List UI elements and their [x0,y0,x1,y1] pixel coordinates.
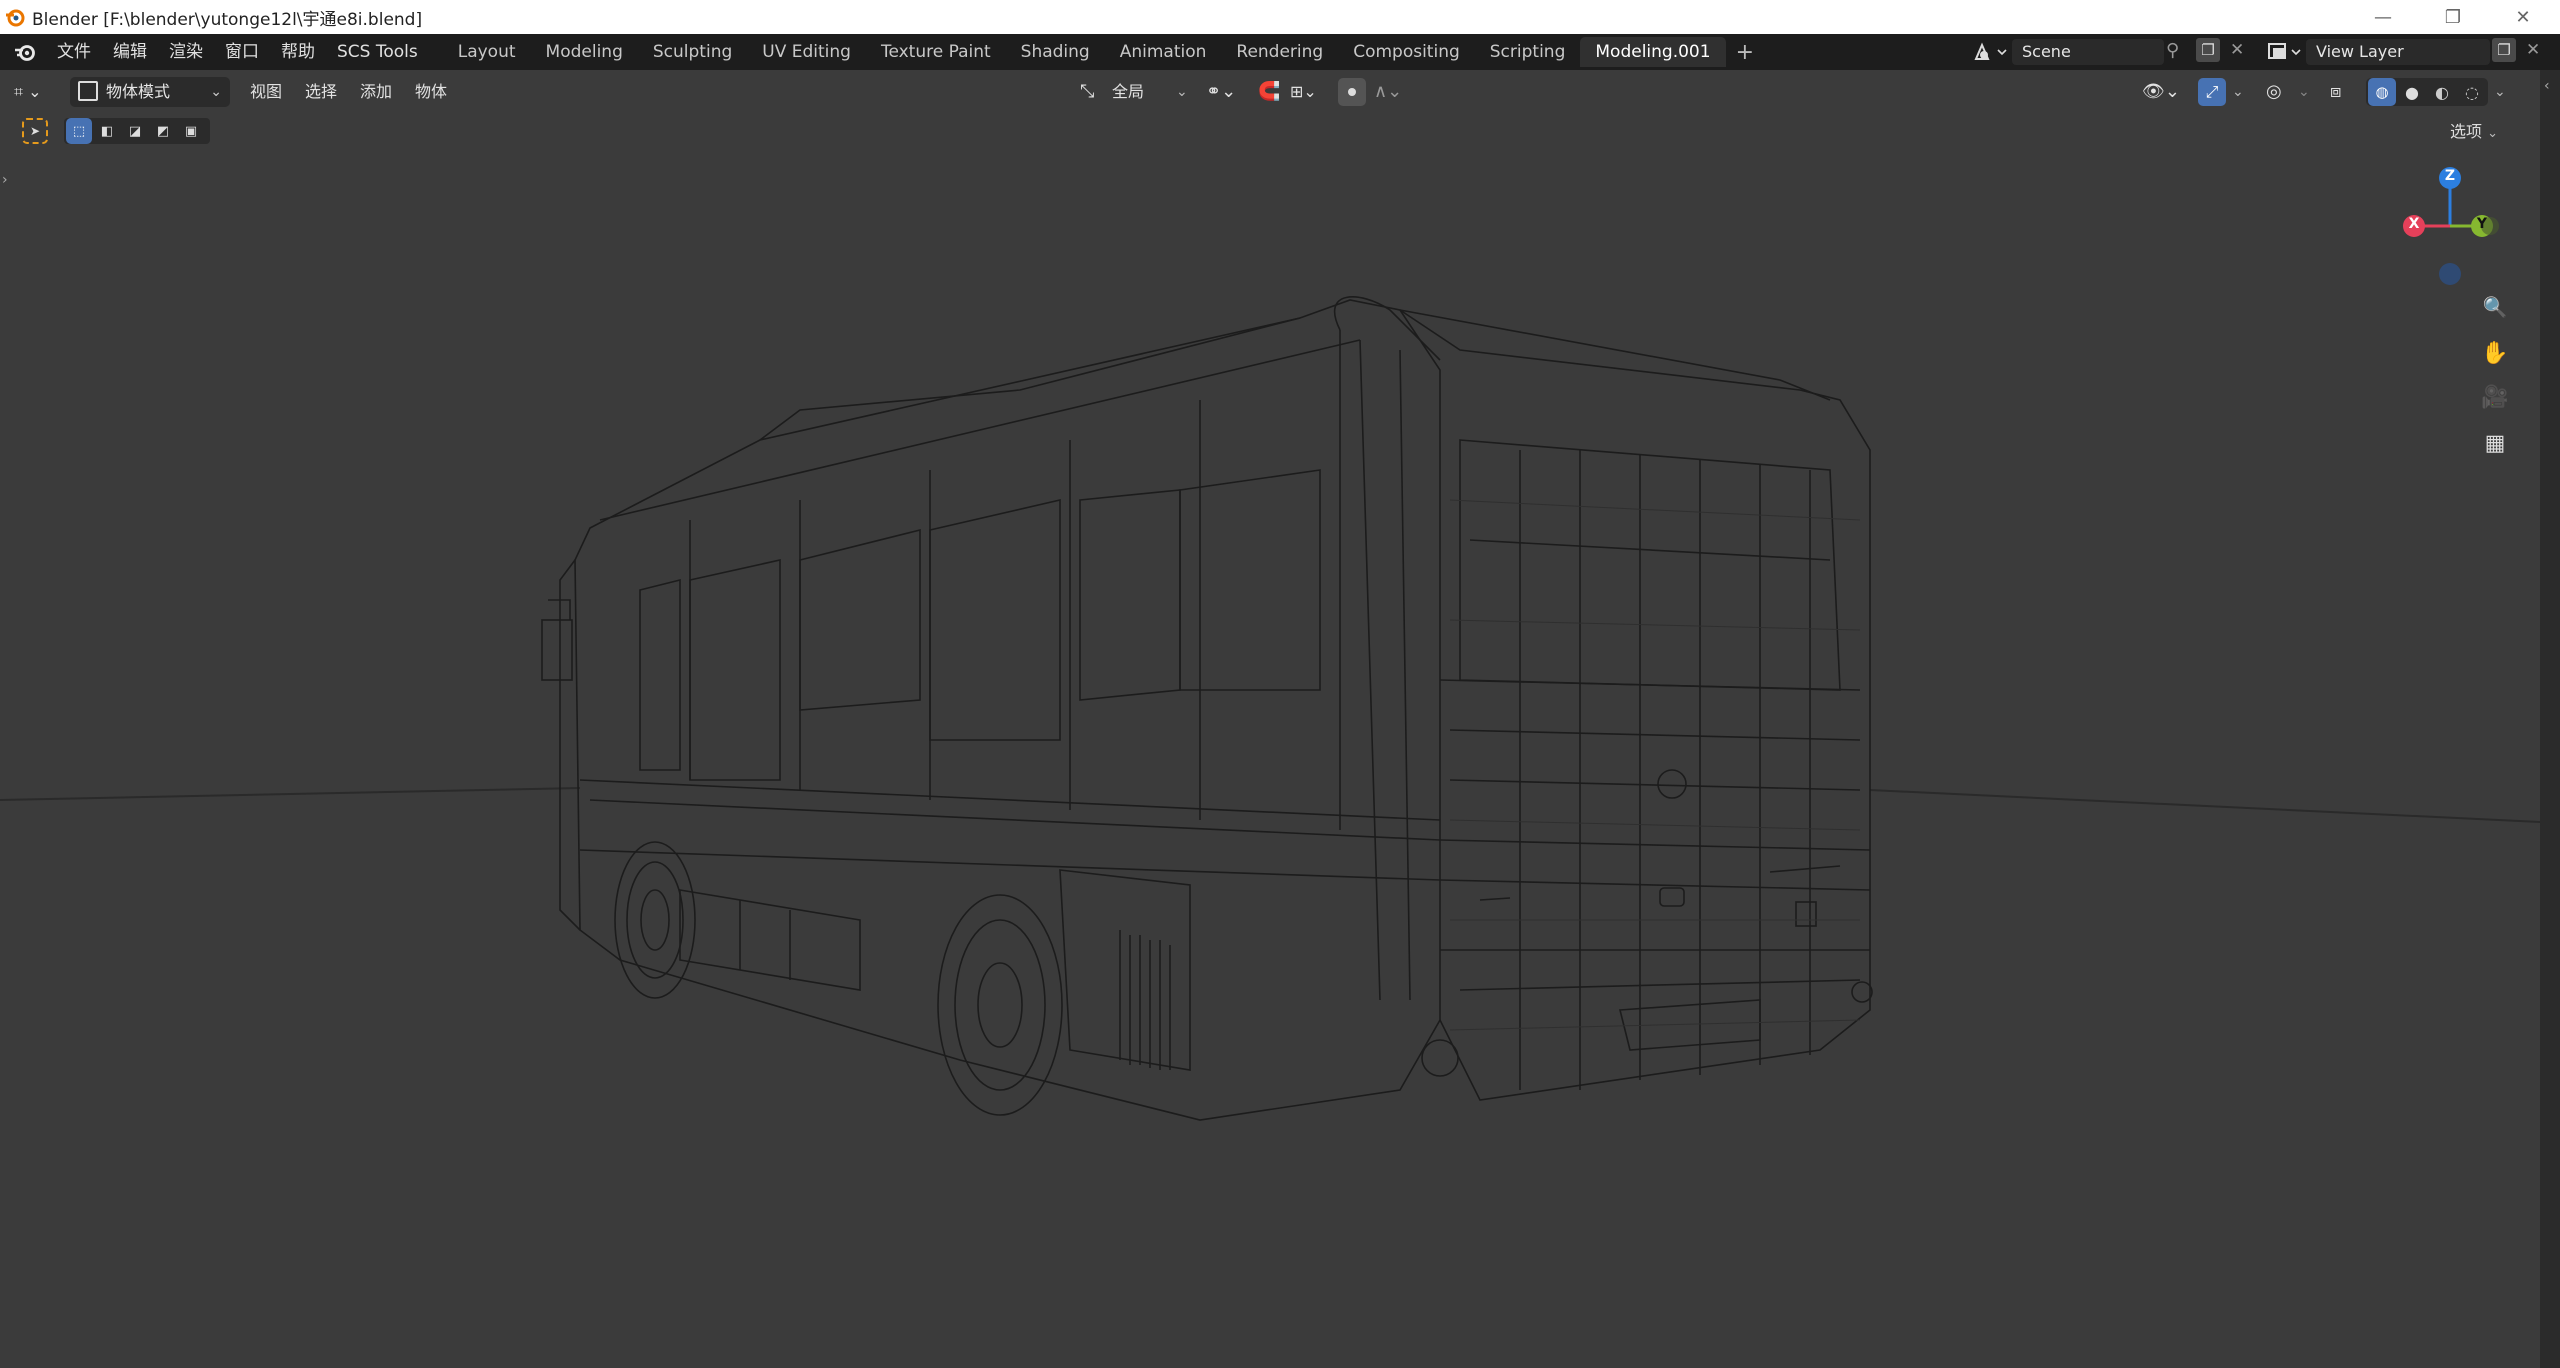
sidebar-tab-strip[interactable]: ‹ [2540,70,2560,1368]
snap-toggle-icon[interactable]: 🧲 [1258,77,1280,107]
new-view-layer-icon[interactable]: ❐ [2492,38,2516,62]
solid-shading-icon[interactable]: ● [2398,78,2426,106]
scene-selector-icon[interactable] [1972,41,2008,63]
new-scene-icon[interactable]: ❐ [2196,38,2220,62]
menu-edit[interactable]: 编辑 [102,34,158,70]
minimize-icon[interactable]: — [2352,0,2414,34]
select-invert-icon[interactable]: ◩ [150,118,176,144]
menu-window[interactable]: 窗口 [214,34,270,70]
snap-element-icon[interactable]: ⊞⌄ [1290,77,1317,107]
object-mode-dropdown[interactable]: 物体模式 ⌄ [70,77,230,107]
gizmo-z-label: Z [2444,168,2456,184]
toolbar-expand-icon[interactable]: › [2,172,8,188]
chevron-down-icon: ⌄ [2487,126,2499,141]
pan-hand-icon[interactable]: ✋ [2476,334,2514,372]
chevron-down-icon[interactable]: ⌄ [2232,77,2244,107]
delete-scene-icon[interactable]: ✕ [2230,40,2244,60]
editor-type-icon[interactable]: ⌗ ⌄ [14,77,42,107]
menu-select[interactable]: 选择 [305,77,337,107]
chevron-down-icon[interactable]: ⌄ [2298,77,2310,107]
scene-name-field[interactable]: Scene [2012,39,2164,65]
transform-orientation-label[interactable]: 全局 [1112,77,1144,107]
select-intersect-icon[interactable]: ▣ [178,118,204,144]
object-mode-icon [78,81,98,101]
tab-shading[interactable]: Shading [1006,37,1105,67]
add-workspace-plus-icon[interactable]: + [1736,40,1754,65]
tab-compositing[interactable]: Compositing [1338,37,1475,67]
blender-logo-icon [6,9,25,27]
pivot-point-icon[interactable]: ⚭⌄ [1206,77,1236,107]
window-titlebar: Blender [F:\blender\yutonge12l\宇通e8i.ble… [0,0,2560,34]
transform-orientation-icon[interactable]: ⤡ [1080,77,1094,107]
menu-scs-tools[interactable]: SCS Tools [326,34,429,70]
delete-view-layer-icon[interactable]: ✕ [2526,40,2540,60]
menu-add[interactable]: 添加 [360,77,392,107]
pin-icon[interactable]: ⚲ [2166,40,2179,61]
tab-texture-paint[interactable]: Texture Paint [866,37,1006,67]
wireframe-shading-icon[interactable]: ◍ [2368,78,2396,106]
bus-wireframe-model [0,296,2540,1121]
select-new-icon[interactable]: ⬚ [66,118,92,144]
shading-mode-group: ◍ ● ◐ ◌ [2366,78,2488,106]
menu-object[interactable]: 物体 [415,77,447,107]
menu-render[interactable]: 渲染 [158,34,214,70]
xray-toggle-icon[interactable]: ⧈ [2330,77,2341,107]
options-label: 选项 [2450,122,2483,141]
view-layer-icon[interactable] [2266,41,2302,63]
select-extend-icon[interactable]: ◧ [94,118,120,144]
gizmo-x-label: X [2408,216,2420,232]
gizmo-toggle-icon[interactable]: ⤢ [2198,78,2226,106]
overlays-icon[interactable]: ◎ [2266,77,2282,107]
selection-mode-group: ⬚ ◧ ◪ ◩ ▣ [64,118,210,144]
tab-uv-editing[interactable]: UV Editing [747,37,866,67]
view-layer-name-field[interactable]: View Layer [2306,39,2490,65]
perspective-grid-icon[interactable]: ▦ [2476,424,2514,462]
top-menubar: 文件 编辑 渲染 窗口 帮助 SCS Tools Layout Modeling… [0,34,2560,70]
restore-icon[interactable]: ❐ [2422,0,2484,34]
proportional-editing-icon[interactable] [1338,78,1366,106]
visibility-eye-icon[interactable]: 👁⌄ [2142,77,2180,107]
rendered-shading-icon[interactable]: ◌ [2458,78,2486,106]
select-tool-icon[interactable]: ➤ [22,118,48,144]
tab-sculpting[interactable]: Sculpting [638,37,747,67]
chevron-down-icon[interactable]: ⌄ [2494,77,2506,107]
tab-scripting[interactable]: Scripting [1475,37,1581,67]
material-preview-icon[interactable]: ◐ [2428,78,2456,106]
viewport-header: ⌗ ⌄ 物体模式 ⌄ 视图 选择 添加 物体 ⤡ 全局 ⌄ ⚭⌄ 🧲 ⊞⌄ ∧⌄… [0,70,2560,114]
tab-modeling[interactable]: Modeling [531,37,638,67]
close-icon[interactable]: ✕ [2492,0,2554,34]
options-dropdown[interactable]: 选项 ⌄ [2450,120,2498,144]
tab-animation[interactable]: Animation [1105,37,1222,67]
object-mode-label: 物体模式 [106,82,171,101]
zoom-icon[interactable]: 🔍 [2476,288,2514,326]
tab-modeling-001[interactable]: Modeling.001 [1580,37,1726,67]
3d-viewport[interactable] [0,70,2540,1368]
menu-view[interactable]: 视图 [250,77,282,107]
sidebar-toggle-icon[interactable]: ‹ [2544,78,2550,94]
chevron-down-icon[interactable]: ⌄ [1176,77,1188,107]
tab-rendering[interactable]: Rendering [1221,37,1338,67]
proportional-falloff-icon[interactable]: ∧⌄ [1374,77,1402,107]
gizmo-y-label: Y [2476,216,2488,232]
window-title: Blender [F:\blender\yutonge12l\宇通e8i.ble… [32,9,423,30]
select-subtract-icon[interactable]: ◪ [122,118,148,144]
camera-view-icon[interactable]: 🎥 [2476,378,2514,416]
menu-help[interactable]: 帮助 [270,34,326,70]
blender-menu-icon[interactable] [12,41,38,63]
menu-file[interactable]: 文件 [46,34,102,70]
tab-layout[interactable]: Layout [443,37,531,67]
chevron-down-icon: ⌄ [210,84,222,100]
